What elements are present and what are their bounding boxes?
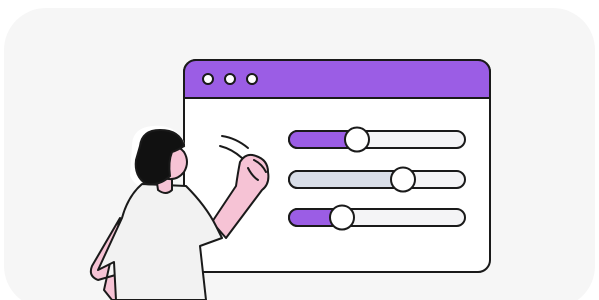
settings-illustration [4,8,595,300]
slider-thumb[interactable] [329,204,355,231]
slider-1[interactable] [288,126,466,153]
slider-thumb[interactable] [344,126,370,153]
browser-window [183,59,491,273]
slider-3[interactable] [288,204,466,231]
slider-thumb[interactable] [390,166,416,193]
window-dot-icon [246,73,258,85]
window-dot-icon [202,73,214,85]
illustration-canvas [0,0,599,300]
window-dot-icon [224,73,236,85]
slider-2[interactable] [288,166,466,193]
